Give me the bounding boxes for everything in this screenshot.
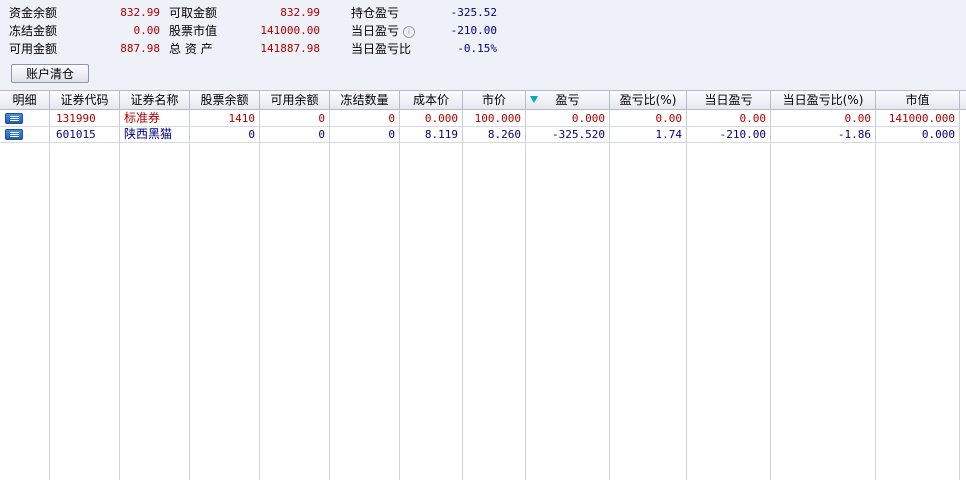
name-cell: 陕西黑猫 <box>120 127 190 143</box>
available-value: 887.98 <box>120 42 160 55</box>
col-market-value[interactable]: 市值 <box>876 91 960 109</box>
grid-line <box>399 110 400 480</box>
stock-value-value: 141000.00 <box>260 24 320 37</box>
cost-cell: 8.119 <box>400 127 463 143</box>
col-price[interactable]: 市价 <box>463 91 526 109</box>
grid-line <box>259 110 260 480</box>
frozen-cell: 0 <box>330 111 400 127</box>
frozen-value: 0.00 <box>133 24 161 37</box>
available-cell: 0 <box>260 111 330 127</box>
available-label: 可用金额 <box>9 42 58 56</box>
table-row[interactable]: 601015 陕西黑猫 0 0 0 8.119 8.260 -325.520 1… <box>0 127 966 143</box>
balance-cell: 1410 <box>190 111 260 127</box>
balance-cell: 0 <box>190 127 260 143</box>
col-daily-pnl-ratio[interactable]: 当日盈亏比(%) <box>771 91 876 109</box>
grid-line <box>609 110 610 480</box>
col-daily-pnl[interactable]: 当日盈亏 <box>687 91 771 109</box>
daily-pnl-value: -210.00 <box>450 24 497 37</box>
col-stock-balance[interactable]: 股票余额 <box>190 91 260 109</box>
code-cell: 131990 <box>50 111 120 127</box>
price-cell: 8.260 <box>463 127 526 143</box>
frozen-label: 冻结金额 <box>9 24 58 38</box>
col-pnl-ratio[interactable]: 盈亏比(%) <box>610 91 687 109</box>
available-cell: 0 <box>260 127 330 143</box>
col-cost[interactable]: 成本价 <box>400 91 463 109</box>
daily-pnl-label: 当日盈亏 i <box>351 22 416 40</box>
grid-line <box>686 110 687 480</box>
name-cell: 标准券 <box>120 111 190 127</box>
pnl-ratio-cell: 1.74 <box>610 127 687 143</box>
stock-value-label: 股票市值 <box>169 24 218 38</box>
grid-line <box>49 110 50 480</box>
daily-pnl-ratio-value: -0.15% <box>457 42 497 55</box>
withdrawable-label: 可取金额 <box>169 6 218 20</box>
code-cell: 601015 <box>50 127 120 143</box>
sort-desc-icon <box>530 96 538 103</box>
col-pnl[interactable]: 盈亏 <box>526 91 610 109</box>
col-pnl-label: 盈亏 <box>555 93 580 107</box>
clear-account-button[interactable]: 账户清仓 <box>11 64 89 83</box>
daily-pnl-cell: 0.00 <box>687 111 771 127</box>
market-value-cell: 0.000 <box>876 127 960 143</box>
position-pnl-label: 持仓盈亏 <box>351 6 400 20</box>
col-code[interactable]: 证券代码 <box>50 91 120 109</box>
positions-table: 明细 证券代码 证券名称 股票余额 可用余额 冻结数量 成本价 市价 盈亏 盈亏… <box>0 90 966 480</box>
price-cell: 100.000 <box>463 111 526 127</box>
market-value-cell: 141000.000 <box>876 111 960 127</box>
account-summary-panel: 资金余额 832.99 可取金额 832.99 持仓盈亏 -325.52 冻结金… <box>0 0 966 90</box>
pnl-ratio-cell: 0.00 <box>610 111 687 127</box>
detail-list-icon[interactable] <box>5 129 23 140</box>
cost-cell: 0.000 <box>400 111 463 127</box>
table-row[interactable]: 131990 标准券 1410 0 0 0.000 100.000 0.000 … <box>0 111 966 127</box>
frozen-cell: 0 <box>330 127 400 143</box>
daily-pnl-ratio-cell: -1.86 <box>771 127 876 143</box>
daily-pnl-label-text: 当日盈亏 <box>351 24 400 38</box>
detail-cell <box>0 127 50 143</box>
fund-balance-label: 资金余额 <box>9 6 58 20</box>
daily-pnl-ratio-cell: 0.00 <box>771 111 876 127</box>
grid-line <box>119 110 120 480</box>
col-name[interactable]: 证券名称 <box>120 91 190 109</box>
total-assets-label: 总 资 产 <box>169 42 213 56</box>
total-assets-value: 141887.98 <box>260 42 320 55</box>
withdrawable-value: 832.99 <box>280 6 320 19</box>
grid-line <box>462 110 463 480</box>
grid-line <box>875 110 876 480</box>
grid-line <box>959 110 960 480</box>
daily-pnl-cell: -210.00 <box>687 127 771 143</box>
fund-balance-value: 832.99 <box>120 6 160 19</box>
col-available[interactable]: 可用余额 <box>260 91 330 109</box>
daily-pnl-ratio-label: 当日盈亏比 <box>351 42 412 56</box>
info-circle-icon[interactable]: i <box>403 25 416 38</box>
grid-line <box>189 110 190 480</box>
col-detail[interactable]: 明细 <box>0 91 50 109</box>
col-frozen[interactable]: 冻结数量 <box>330 91 400 109</box>
grid-line <box>525 110 526 480</box>
pnl-cell: 0.000 <box>526 111 610 127</box>
grid-line <box>329 110 330 480</box>
position-pnl-value: -325.52 <box>450 6 497 19</box>
detail-list-icon[interactable] <box>5 113 23 124</box>
pnl-cell: -325.520 <box>526 127 610 143</box>
detail-cell <box>0 111 50 127</box>
table-header: 明细 证券代码 证券名称 股票余额 可用余额 冻结数量 成本价 市价 盈亏 盈亏… <box>0 90 966 110</box>
grid-line <box>770 110 771 480</box>
